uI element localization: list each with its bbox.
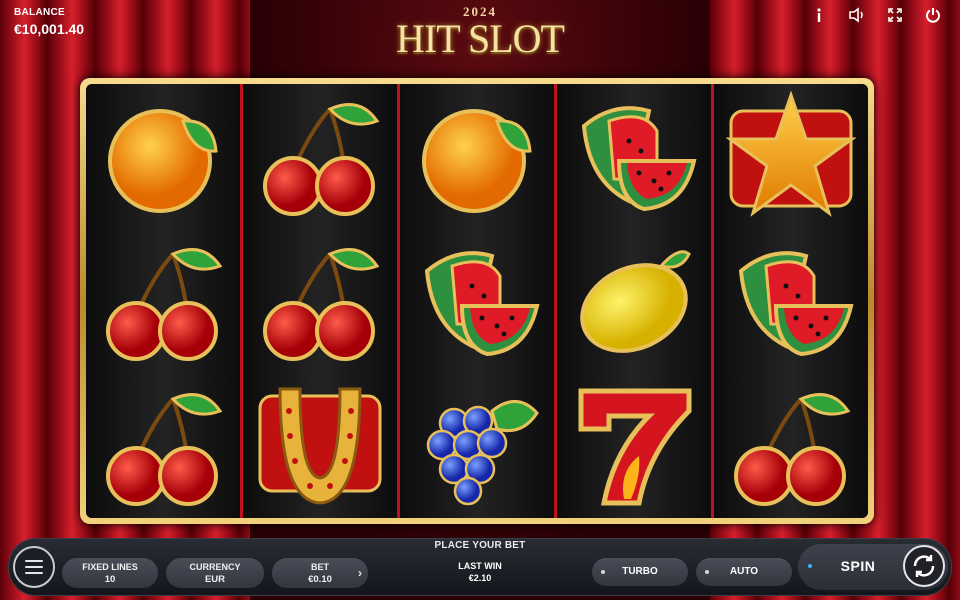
auto-toggle[interactable]: AUTO (696, 558, 792, 586)
game-logo: 2024 HIT SLOT (382, 4, 578, 61)
auto-indicator (705, 570, 709, 574)
reel-1 (86, 84, 240, 518)
spin-indicator (808, 564, 812, 568)
balance-label: BALANCE (14, 7, 65, 18)
cherry-symbol-icon (93, 376, 233, 516)
last-win-label: LAST WIN (458, 561, 502, 571)
spin-button[interactable] (903, 545, 945, 587)
bet-increase-icon[interactable]: › (358, 566, 362, 580)
turbo-indicator (601, 570, 605, 574)
menu-button[interactable] (13, 546, 55, 588)
orange-symbol-icon (93, 86, 233, 226)
info-icon[interactable] (804, 4, 834, 26)
bet-selector[interactable]: BET €0.10 (272, 558, 368, 588)
cherry-symbol-icon (721, 376, 861, 516)
cherry-symbol-icon (93, 231, 233, 371)
balance-value: €10,001.40 (14, 21, 85, 37)
fixed-lines-value: 10 (104, 574, 116, 585)
logo-name: HIT SLOT (396, 16, 565, 61)
power-icon[interactable] (918, 4, 948, 26)
last-win-value: €2.10 (468, 573, 492, 583)
reel-frame (80, 78, 874, 524)
grapes-symbol-icon (407, 376, 547, 516)
horseshoe-symbol-icon (250, 376, 390, 516)
fullscreen-icon[interactable] (880, 4, 910, 26)
cherry-symbol-icon (250, 231, 390, 371)
cherry-symbol-icon (250, 86, 390, 226)
currency-label: CURRENCY (189, 562, 241, 572)
turbo-toggle[interactable]: TURBO (592, 558, 688, 586)
turbo-label: TURBO (622, 566, 658, 577)
fixed-lines-label: FIXED LINES (82, 562, 138, 572)
currency-value: EUR (204, 574, 226, 585)
seven-symbol-icon (564, 376, 704, 516)
top-controls (804, 4, 948, 26)
watermelon-symbol-icon (407, 231, 547, 371)
bet-value: €0.10 (308, 574, 332, 585)
last-win-display: LAST WIN €2.10 (430, 560, 530, 584)
reel-4 (557, 84, 711, 518)
spin-arrows-icon (913, 555, 935, 577)
star-symbol-icon (721, 86, 861, 226)
spin-label[interactable]: SPIN (820, 558, 896, 574)
auto-label: AUTO (729, 566, 759, 577)
fixed-lines-display: FIXED LINES 10 (62, 558, 158, 588)
watermelon-symbol-icon (721, 231, 861, 371)
watermelon-symbol-icon (564, 86, 704, 226)
reel-3 (400, 84, 554, 518)
reel-5 (714, 84, 868, 518)
balance-display: BALANCE €10,001.40 (14, 7, 84, 37)
orange-symbol-icon (407, 86, 547, 226)
sound-icon[interactable] (842, 4, 872, 26)
reel-2 (243, 84, 397, 518)
hamburger-icon (25, 560, 43, 562)
lemon-symbol-icon (564, 231, 704, 371)
bet-label: BET (311, 562, 329, 572)
currency-selector[interactable]: CURRENCY EUR (166, 558, 264, 588)
reel-grid (86, 84, 868, 518)
